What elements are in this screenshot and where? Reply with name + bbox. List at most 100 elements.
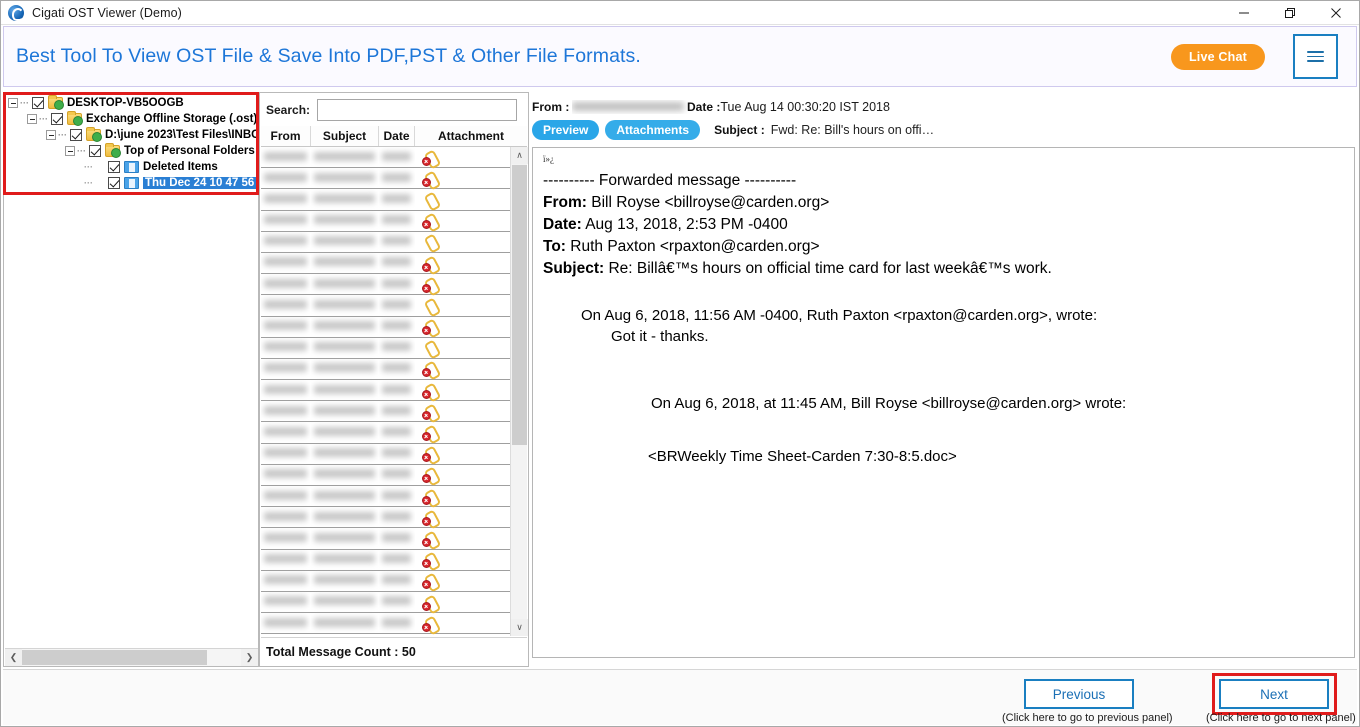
maximize-icon[interactable] [1267,1,1313,25]
app-logo-icon [8,4,24,21]
hamburger-icon[interactable] [1293,34,1338,79]
message-list-scrollbar[interactable]: ∧ ∨ [510,147,528,636]
tab-attachments[interactable]: Attachments [605,120,701,140]
cell-date [379,316,415,337]
tree-checkbox[interactable] [70,129,82,141]
preview-body[interactable]: ï»¿ ---------- Forwarded message -------… [532,147,1355,658]
tree-item[interactable]: ··· Thu Dec 24 10 47 56 I [4,175,258,191]
column-header-subject[interactable]: Subject [311,126,379,146]
blocked-attachment-icon[interactable] [422,150,437,166]
tree-hscroll-thumb[interactable] [22,649,207,665]
blocked-attachment-icon[interactable] [422,616,437,632]
table-row[interactable] [261,464,510,486]
body-date-line: Date: Aug 13, 2018, 2:53 PM -0400 [543,216,1344,234]
previous-button[interactable]: Previous [1024,679,1134,709]
table-row[interactable] [261,337,510,359]
scroll-left-icon[interactable]: ❮ [5,648,22,666]
blocked-attachment-icon[interactable] [422,552,437,569]
table-row[interactable] [261,401,510,423]
next-button[interactable]: Next [1219,679,1329,709]
tree-checkbox[interactable] [108,177,120,189]
blocked-attachment-icon[interactable] [422,361,437,378]
tree-item[interactable]: ··· Exchange Offline Storage (.ost) [4,111,258,127]
table-row[interactable] [261,443,510,465]
folder-tree-panel[interactable]: ··· DESKTOP-VB5OOGB ··· Exchange Offline St… [3,92,259,667]
blocked-attachment-icon[interactable] [422,489,437,505]
table-row[interactable] [261,295,510,317]
tree-item[interactable]: ··· Deleted Items [4,159,258,175]
table-row[interactable] [261,507,510,529]
tree-horizontal-scrollbar[interactable]: ❮ ❯ [5,648,258,666]
column-header-from[interactable]: From [261,126,311,146]
blocked-attachment-icon[interactable] [422,510,437,526]
quote-line-1: On Aug 6, 2018, 11:56 AM -0400, Ruth Pax… [581,307,1098,324]
table-row[interactable] [261,231,510,253]
tree-checkbox[interactable] [32,97,44,109]
tree-expander-icon[interactable] [65,146,75,156]
scroll-right-icon[interactable]: ❯ [241,648,258,666]
tree-checkbox[interactable] [51,113,63,125]
tree-item[interactable]: ··· Top of Personal Folders [4,143,258,159]
blocked-attachment-icon[interactable] [422,573,437,590]
minimize-icon[interactable] [1221,1,1267,25]
close-icon[interactable] [1313,1,1359,25]
blocked-attachment-icon[interactable] [422,404,437,420]
table-row[interactable] [261,210,510,232]
tab-preview[interactable]: Preview [532,120,600,140]
body-to-value: Ruth Paxton <rpaxton@carden.org> [570,238,820,255]
table-row[interactable] [261,613,510,635]
table-row[interactable] [261,486,510,508]
table-row[interactable] [261,570,510,592]
blocked-attachment-icon[interactable] [422,383,437,399]
table-row[interactable] [261,549,510,571]
blocked-attachment-icon[interactable] [422,467,437,484]
paperclip-icon[interactable] [424,234,437,249]
table-row[interactable] [261,358,510,381]
blocked-attachment-icon[interactable] [422,277,437,293]
column-header-attachment[interactable]: Attachment [415,126,527,146]
blocked-attachment-icon[interactable] [422,171,437,187]
tree-item[interactable]: ··· DESKTOP-VB5OOGB [4,95,258,111]
blocked-attachment-icon[interactable] [422,319,437,336]
column-header-date[interactable]: Date [379,126,415,146]
table-row[interactable] [261,147,510,169]
table-row[interactable] [261,422,510,444]
blocked-attachment-icon[interactable] [422,531,437,547]
tree-expander-icon[interactable] [46,130,56,140]
table-row[interactable] [261,252,510,275]
body-from-label: From: [543,194,587,211]
tree-checkbox[interactable] [108,161,120,173]
tree-expander-icon[interactable] [27,114,37,124]
paperclip-icon[interactable] [424,340,437,355]
cell-subject [311,337,379,358]
blocked-attachment-icon[interactable] [422,213,437,230]
table-row[interactable] [261,316,510,338]
message-grid-body[interactable] [261,147,510,636]
tree-connector: ··· [58,129,67,140]
tree-item[interactable]: ··· D:\june 2023\Test Files\INBO [4,127,258,143]
quote-line-3: On Aug 6, 2018, at 11:45 AM, Bill Royse … [651,395,1127,412]
tree-hscroll-track[interactable] [22,648,241,666]
table-row[interactable] [261,528,510,550]
message-list-scroll-thumb[interactable] [512,165,527,445]
table-row[interactable] [261,380,510,402]
search-label: Search: [266,102,311,117]
cell-from [261,295,311,316]
search-input[interactable] [317,98,518,121]
table-row[interactable] [261,274,510,296]
live-chat-button[interactable]: Live Chat [1170,43,1265,70]
blocked-attachment-icon[interactable] [422,595,437,611]
table-row[interactable] [261,189,510,211]
table-row[interactable] [261,591,510,614]
table-row[interactable] [261,168,510,190]
blocked-attachment-icon[interactable] [422,446,437,463]
blocked-attachment-icon[interactable] [422,256,437,272]
paperclip-icon[interactable] [424,192,437,207]
scroll-down-icon[interactable]: ∨ [511,619,528,636]
tree-expander-icon[interactable] [8,98,18,108]
blocked-attachment-icon[interactable] [422,425,437,442]
next-hint: (Click here to go to next panel) [1206,712,1356,724]
paperclip-icon[interactable] [424,298,437,313]
scroll-up-icon[interactable]: ∧ [511,147,528,164]
tree-checkbox[interactable] [89,145,101,157]
